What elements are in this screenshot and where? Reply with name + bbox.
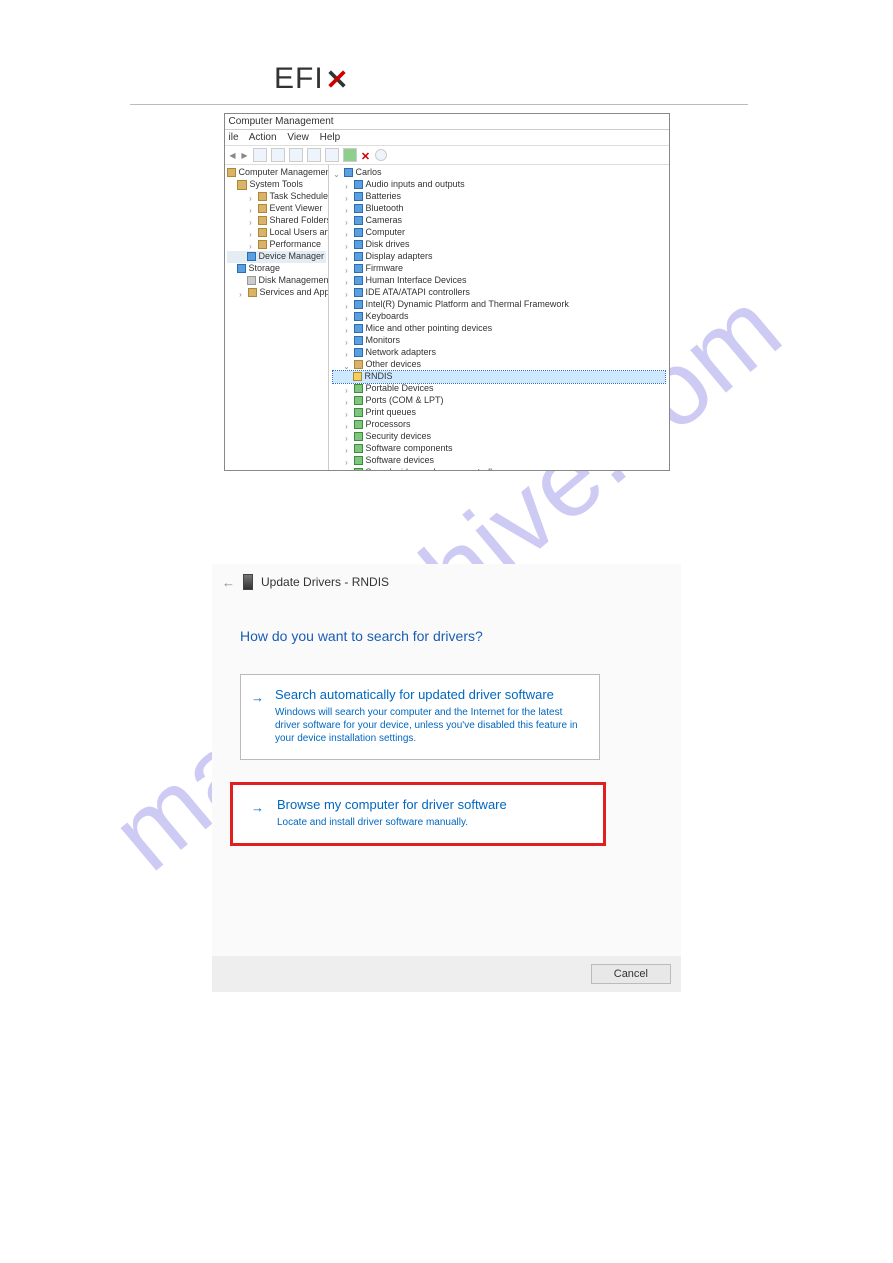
tree-item[interactable]: ›Bluetooth: [333, 203, 665, 215]
option-title: Browse my computer for driver software: [277, 797, 589, 812]
toolbar-btn[interactable]: [375, 149, 387, 161]
logo-mark-icon: [326, 68, 348, 90]
tree-item[interactable]: ›Print queues: [333, 407, 665, 419]
toolbar-back-icon[interactable]: ◀: [229, 151, 237, 159]
tree-item[interactable]: ›Disk drives: [333, 239, 665, 251]
menu-action[interactable]: Action: [249, 132, 277, 143]
option-title: Search automatically for updated driver …: [275, 687, 585, 702]
toolbar-btn[interactable]: [253, 148, 267, 162]
menu-view[interactable]: View: [287, 132, 309, 143]
tree-item[interactable]: ›Software components: [333, 443, 665, 455]
toolbar-delete-icon[interactable]: ✕: [361, 150, 371, 160]
efix-logo: EFI: [274, 62, 748, 96]
tree-item[interactable]: ›Performance: [227, 239, 326, 251]
toolbar-btn[interactable]: [343, 148, 357, 162]
cancel-button[interactable]: Cancel: [591, 964, 671, 984]
computer-management-window: Computer Management ile Action View Help…: [224, 113, 670, 471]
tree-item[interactable]: ›Monitors: [333, 335, 665, 347]
menu-bar: ile Action View Help: [225, 130, 669, 146]
dialog-buttons: Cancel: [212, 956, 681, 992]
arrow-right-icon: →: [251, 800, 264, 815]
option-browse-computer[interactable]: → Browse my computer for driver software…: [230, 782, 606, 846]
back-arrow-icon[interactable]: ←: [222, 575, 235, 590]
menu-help[interactable]: Help: [320, 132, 341, 143]
tree-item[interactable]: ›Ports (COM & LPT): [333, 395, 665, 407]
tree-item[interactable]: ›Cameras: [333, 215, 665, 227]
tree-item[interactable]: ›Audio inputs and outputs: [333, 179, 665, 191]
page-header: EFI: [130, 0, 748, 105]
toolbar: ◀ ▶ ✕: [225, 146, 669, 165]
tree-item[interactable]: ›Human Interface Devices: [333, 275, 665, 287]
tree-item[interactable]: ›Network adapters: [333, 347, 665, 359]
dialog-question: How do you want to search for drivers?: [240, 628, 653, 644]
tree-item[interactable]: ›Task Scheduler: [227, 191, 326, 203]
tree-item[interactable]: ›Processors: [333, 419, 665, 431]
tree-item[interactable]: ›Display adapters: [333, 251, 665, 263]
tree-item[interactable]: ›Sound, video and game controllers: [333, 467, 665, 470]
left-tree: Computer Management (Local) System Tools…: [225, 165, 329, 470]
menu-file[interactable]: ile: [229, 132, 239, 143]
tree-item[interactable]: ›Batteries: [333, 191, 665, 203]
tree-item[interactable]: ›Event Viewer: [227, 203, 326, 215]
toolbar-btn[interactable]: [289, 148, 303, 162]
tree-item[interactable]: ›Mice and other pointing devices: [333, 323, 665, 335]
tree-item[interactable]: ›Portable Devices: [333, 383, 665, 395]
tree-item[interactable]: ›Intel(R) Dynamic Platform and Thermal F…: [333, 299, 665, 311]
tree-item-device-manager[interactable]: Device Manager: [227, 251, 326, 263]
logo-text: EFI: [274, 62, 324, 96]
option-search-auto[interactable]: → Search automatically for updated drive…: [240, 674, 600, 760]
tree-item[interactable]: ›IDE ATA/ATAPI controllers: [333, 287, 665, 299]
toolbar-fwd-icon[interactable]: ▶: [241, 151, 249, 159]
tree-item[interactable]: Disk Management: [227, 275, 326, 287]
device-icon: [243, 574, 253, 590]
toolbar-btn[interactable]: [307, 148, 321, 162]
tree-item[interactable]: ›Computer: [333, 227, 665, 239]
tree-item[interactable]: System Tools: [227, 179, 326, 191]
device-tree: ⌄Carlos ›Audio inputs and outputs›Batter…: [329, 165, 669, 470]
tree-item[interactable]: Computer Management (Local): [227, 167, 326, 179]
tree-item-other-devices[interactable]: ⌄Other devices: [333, 359, 665, 371]
toolbar-btn[interactable]: [325, 148, 339, 162]
window-title: Computer Management: [225, 114, 669, 130]
option-desc: Locate and install driver software manua…: [277, 816, 589, 829]
tree-item[interactable]: ›Firmware: [333, 263, 665, 275]
toolbar-btn[interactable]: [271, 148, 285, 162]
option-desc: Windows will search your computer and th…: [275, 706, 585, 745]
dialog-title: Update Drivers - RNDIS: [261, 575, 389, 589]
tree-item[interactable]: ›Software devices: [333, 455, 665, 467]
tree-item[interactable]: ›Keyboards: [333, 311, 665, 323]
tree-item[interactable]: ›Shared Folders: [227, 215, 326, 227]
tree-item[interactable]: Storage: [227, 263, 326, 275]
tree-item[interactable]: ›Security devices: [333, 431, 665, 443]
tree-item[interactable]: ⌄Carlos: [333, 167, 665, 179]
arrow-right-icon: →: [251, 690, 264, 705]
tree-item-rndis[interactable]: RNDIS: [333, 371, 665, 383]
tree-item[interactable]: ›Local Users and Groups: [227, 227, 326, 239]
tree-item[interactable]: ›Services and Applications: [227, 287, 326, 299]
update-driver-dialog: ← Update Drivers - RNDIS How do you want…: [212, 564, 681, 992]
